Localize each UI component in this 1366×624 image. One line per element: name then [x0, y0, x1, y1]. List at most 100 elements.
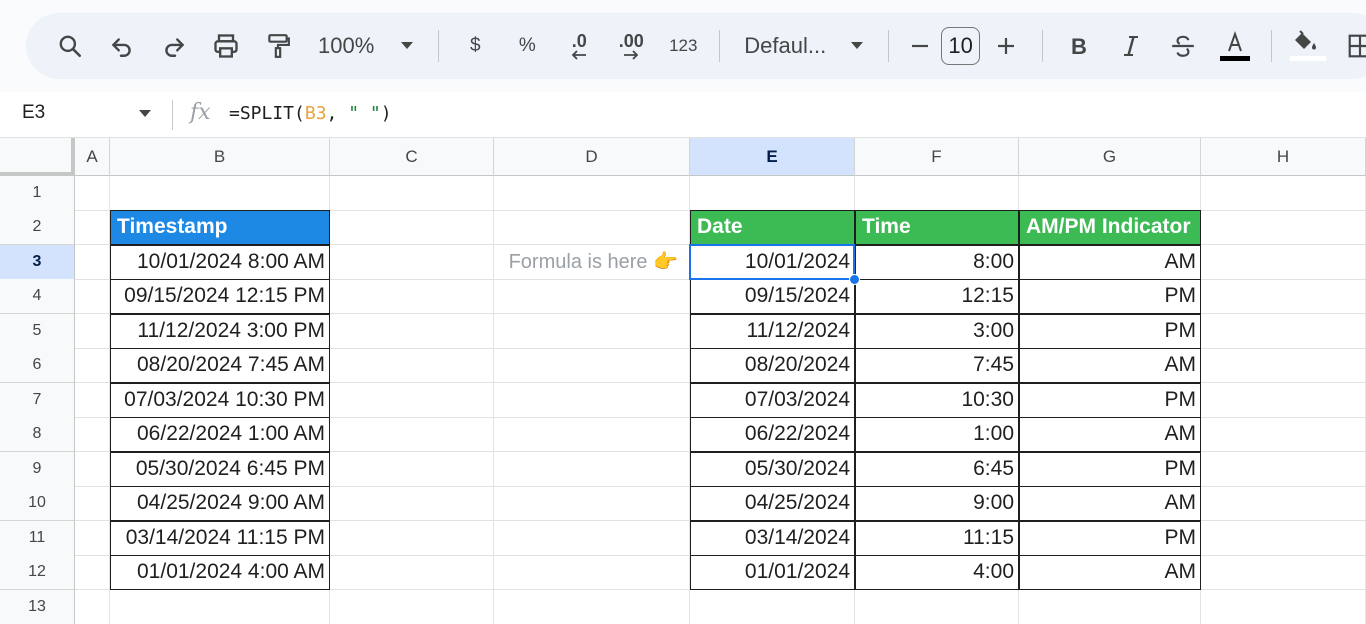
cell-d5[interactable]: [494, 314, 690, 349]
date-cell[interactable]: 08/20/2024: [690, 348, 855, 383]
cell-d10[interactable]: [494, 486, 690, 521]
cell-h1[interactable]: [1201, 176, 1366, 211]
cell-a8[interactable]: [75, 417, 110, 452]
cell-c8[interactable]: [330, 417, 494, 452]
cell-h6[interactable]: [1201, 348, 1366, 383]
date-cell[interactable]: 05/30/2024: [690, 452, 855, 487]
timestamp-cell[interactable]: 10/01/2024 8:00 AM: [110, 245, 330, 280]
cell-c9[interactable]: [330, 452, 494, 487]
cell-c12[interactable]: [330, 555, 494, 590]
cell-a10[interactable]: [75, 486, 110, 521]
select-all-corner[interactable]: [0, 138, 75, 176]
cell-c11[interactable]: [330, 521, 494, 556]
cell-b13[interactable]: [110, 590, 330, 624]
decrease-decimal-button[interactable]: .0: [553, 22, 605, 70]
time-header[interactable]: Time: [855, 210, 1019, 245]
italic-button[interactable]: [1105, 22, 1157, 70]
cell-d11[interactable]: [494, 521, 690, 556]
am-pm-cell[interactable]: PM: [1019, 383, 1201, 418]
cell-c6[interactable]: [330, 348, 494, 383]
cell-a1[interactable]: [75, 176, 110, 211]
column-header-c[interactable]: C: [330, 138, 494, 176]
borders-button[interactable]: [1334, 22, 1366, 70]
timestamp-cell[interactable]: 04/25/2024 9:00 AM: [110, 486, 330, 521]
row-header-5[interactable]: 5: [0, 314, 75, 349]
timestamp-cell[interactable]: 07/03/2024 10:30 PM: [110, 383, 330, 418]
row-header-9[interactable]: 9: [0, 452, 75, 487]
cell-h3[interactable]: [1201, 245, 1366, 280]
cell-c1[interactable]: [330, 176, 494, 211]
time-cell[interactable]: 10:30: [855, 383, 1019, 418]
row-header-8[interactable]: 8: [0, 417, 75, 452]
paint-format-button[interactable]: [252, 22, 304, 70]
cell-c10[interactable]: [330, 486, 494, 521]
cell-h12[interactable]: [1201, 555, 1366, 590]
font-size-input[interactable]: 10: [941, 27, 980, 65]
cell-g13[interactable]: [1019, 590, 1201, 624]
cell-d6[interactable]: [494, 348, 690, 383]
cell-a6[interactable]: [75, 348, 110, 383]
timestamp-cell[interactable]: 11/12/2024 3:00 PM: [110, 314, 330, 349]
cell-a11[interactable]: [75, 521, 110, 556]
time-cell[interactable]: 1:00: [855, 417, 1019, 452]
time-cell[interactable]: 11:15: [855, 521, 1019, 556]
cell-d9[interactable]: [494, 452, 690, 487]
cell-a3[interactable]: [75, 245, 110, 280]
column-header-f[interactable]: F: [855, 138, 1019, 176]
time-cell[interactable]: 6:45: [855, 452, 1019, 487]
am-pm-cell[interactable]: AM: [1019, 245, 1201, 280]
cell-f1[interactable]: [855, 176, 1019, 211]
am-pm-cell[interactable]: PM: [1019, 279, 1201, 314]
row-header-2[interactable]: 2: [0, 210, 75, 245]
row-header-11[interactable]: 11: [0, 521, 75, 556]
date-cell[interactable]: 10/01/2024: [690, 245, 855, 280]
date-cell[interactable]: 04/25/2024: [690, 486, 855, 521]
cell-d7[interactable]: [494, 383, 690, 418]
cell-h4[interactable]: [1201, 279, 1366, 314]
cell-d1[interactable]: [494, 176, 690, 211]
decrease-font-size-button[interactable]: [899, 22, 941, 70]
date-cell[interactable]: 09/15/2024: [690, 279, 855, 314]
undo-button[interactable]: [96, 22, 148, 70]
row-header-12[interactable]: 12: [0, 555, 75, 590]
cell-c7[interactable]: [330, 383, 494, 418]
cell-e13[interactable]: [690, 590, 855, 624]
am-pm-cell[interactable]: AM: [1019, 417, 1201, 452]
cell-h11[interactable]: [1201, 521, 1366, 556]
cell-c5[interactable]: [330, 314, 494, 349]
time-cell[interactable]: 12:15: [855, 279, 1019, 314]
date-cell[interactable]: 11/12/2024: [690, 314, 855, 349]
cell-d13[interactable]: [494, 590, 690, 624]
row-header-13[interactable]: 13: [0, 590, 75, 624]
date-header[interactable]: Date: [690, 210, 855, 245]
zoom-select[interactable]: 100%: [304, 22, 428, 70]
cell-h8[interactable]: [1201, 417, 1366, 452]
timestamp-cell[interactable]: 06/22/2024 1:00 AM: [110, 417, 330, 452]
cell-a5[interactable]: [75, 314, 110, 349]
am-pm-cell[interactable]: AM: [1019, 486, 1201, 521]
time-cell[interactable]: 4:00: [855, 555, 1019, 590]
am-pm-header[interactable]: AM/PM Indicator: [1019, 210, 1201, 245]
am-pm-cell[interactable]: PM: [1019, 452, 1201, 487]
timestamp-header[interactable]: Timestamp: [110, 210, 330, 245]
timestamp-cell[interactable]: 03/14/2024 11:15 PM: [110, 521, 330, 556]
cell-a9[interactable]: [75, 452, 110, 487]
column-header-e[interactable]: E: [690, 138, 855, 176]
percent-format-button[interactable]: %: [501, 22, 553, 70]
cell-f13[interactable]: [855, 590, 1019, 624]
cell-h9[interactable]: [1201, 452, 1366, 487]
increase-decimal-button[interactable]: .00: [605, 22, 657, 70]
bold-button[interactable]: B: [1053, 22, 1105, 70]
row-header-6[interactable]: 6: [0, 348, 75, 383]
cell-a13[interactable]: [75, 590, 110, 624]
column-header-a[interactable]: A: [75, 138, 110, 176]
cell-c13[interactable]: [330, 590, 494, 624]
time-cell[interactable]: 7:45: [855, 348, 1019, 383]
cell-d2[interactable]: [494, 210, 690, 245]
fill-color-button[interactable]: [1282, 22, 1334, 70]
font-family-select[interactable]: Defaul...: [730, 22, 878, 70]
row-header-1[interactable]: 1: [0, 176, 75, 211]
cell-c2[interactable]: [330, 210, 494, 245]
cell-a12[interactable]: [75, 555, 110, 590]
time-cell[interactable]: 9:00: [855, 486, 1019, 521]
